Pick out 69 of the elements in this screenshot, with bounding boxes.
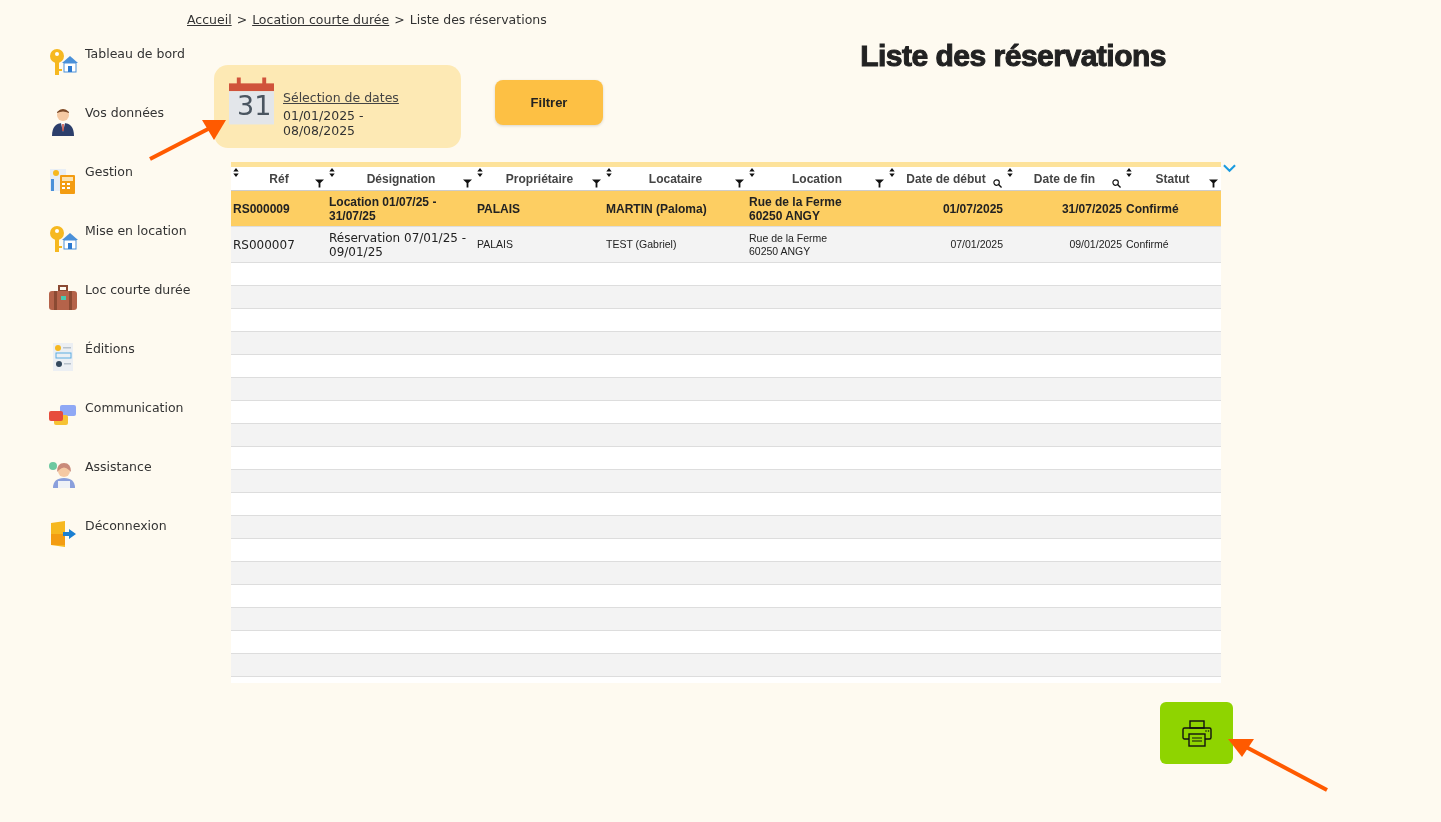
sidebar-item[interactable]: Gestion — [48, 161, 133, 220]
column-header[interactable]: Date de fin — [1033, 171, 1096, 186]
table-cell-text: Rue de la Ferme 60250 ANGY — [748, 194, 843, 223]
column-header[interactable]: Désignation — [366, 171, 436, 186]
sort-icon[interactable] — [606, 168, 612, 177]
table-cell-text: 01/07/2025 — [941, 201, 1004, 216]
table-cell-text: Réservation 07/01/25 - 09/01/25 — [328, 230, 468, 259]
breadcrumb-text: > — [236, 12, 248, 29]
filter-icon[interactable] — [463, 179, 472, 188]
breadcrumb-text: > — [394, 12, 405, 29]
sort-icon[interactable] — [1126, 168, 1132, 177]
sort-icon[interactable] — [329, 168, 335, 177]
table-cell-text: 07/01/2025 — [949, 238, 1004, 251]
calendar-icon — [229, 75, 274, 125]
key-house-icon — [48, 47, 78, 77]
sidebar-item[interactable]: Tableau de bord — [48, 43, 185, 102]
suitcase-icon — [48, 283, 78, 313]
breadcrumb-link[interactable]: Accueil — [187, 12, 232, 35]
table-cell-text: 09/01/2025 — [1068, 238, 1123, 251]
filter-icon[interactable] — [875, 179, 884, 188]
filter-icon[interactable] — [735, 179, 744, 188]
search-icon[interactable] — [1112, 179, 1121, 188]
date-selection-link[interactable]: Sélection de dates — [283, 90, 399, 105]
column-header[interactable]: Réf — [269, 171, 289, 186]
sidebar-item[interactable]: Mise en location — [48, 220, 187, 279]
column-header[interactable]: Statut — [1155, 171, 1190, 186]
column-header[interactable]: Date de début — [906, 171, 986, 186]
support-agent-icon — [48, 460, 78, 490]
table-cell-text: RS000007 — [232, 237, 296, 252]
printer-icon — [1181, 719, 1212, 747]
column-header[interactable]: Propriétaire — [505, 171, 574, 186]
exit-door-icon — [48, 519, 78, 549]
filter-icon[interactable] — [592, 179, 601, 188]
table-cell-text: MARTIN (Paloma) — [605, 201, 708, 216]
table-cell-text: Confirmé — [1125, 238, 1170, 251]
filter-icon[interactable] — [315, 179, 324, 188]
sort-icon[interactable] — [749, 168, 755, 177]
page-title: Liste des réservations — [860, 39, 1166, 73]
print-button[interactable] — [1160, 702, 1233, 764]
filter-icon[interactable] — [1209, 179, 1218, 188]
table-cell-text: Location 01/07/25 - 31/07/25 — [328, 194, 438, 223]
sort-icon[interactable] — [233, 168, 239, 177]
key-house-icon — [48, 224, 78, 254]
breadcrumb-text: Liste des réservations — [409, 12, 547, 29]
sidebar-item[interactable]: Vos données — [48, 102, 165, 161]
filter-button[interactable]: Filtrer — [495, 80, 603, 125]
calendar-day: 31 — [237, 90, 272, 121]
table-cell-text: RS000009 — [232, 201, 291, 216]
table-cell-text: TEST (Gabriel) — [605, 238, 678, 251]
date-range: 01/01/2025 - 08/08/2025 — [283, 108, 365, 138]
sidebar-item[interactable]: Déconnexion — [48, 515, 167, 574]
sidebar-item[interactable]: Éditions — [48, 338, 135, 397]
table-row[interactable]: RS000009 Location 01/07/25 - 31/07/25 PALAIS MARTIN (Paloma) Rue de la Ferme 60250 ANGY 01/07/2025 31/07/2025 Confirmé — [231, 191, 1221, 227]
sort-icon[interactable] — [1007, 168, 1013, 177]
sidebar-item[interactable]: Loc courte durée — [48, 279, 191, 338]
table-cell-text: Confirmé — [1125, 201, 1180, 216]
sidebar-item[interactable]: Assistance — [48, 456, 152, 515]
table-cell-text: PALAIS — [476, 238, 514, 251]
table-cell-text: PALAIS — [476, 201, 522, 216]
search-icon[interactable] — [993, 179, 1002, 188]
breadcrumb-link[interactable]: Location courte durée — [252, 12, 390, 35]
sidebar-item[interactable]: Communication — [48, 397, 184, 456]
table-cell-text: Rue de la Ferme 60250 ANGY — [748, 231, 829, 258]
chevron-down-icon[interactable] — [1223, 164, 1236, 173]
table-cell-text: 31/07/2025 — [1060, 201, 1123, 216]
sort-icon[interactable] — [889, 168, 895, 177]
column-header[interactable]: Locataire — [648, 171, 703, 186]
sort-icon[interactable] — [477, 168, 483, 177]
column-header[interactable]: Location — [792, 171, 842, 186]
